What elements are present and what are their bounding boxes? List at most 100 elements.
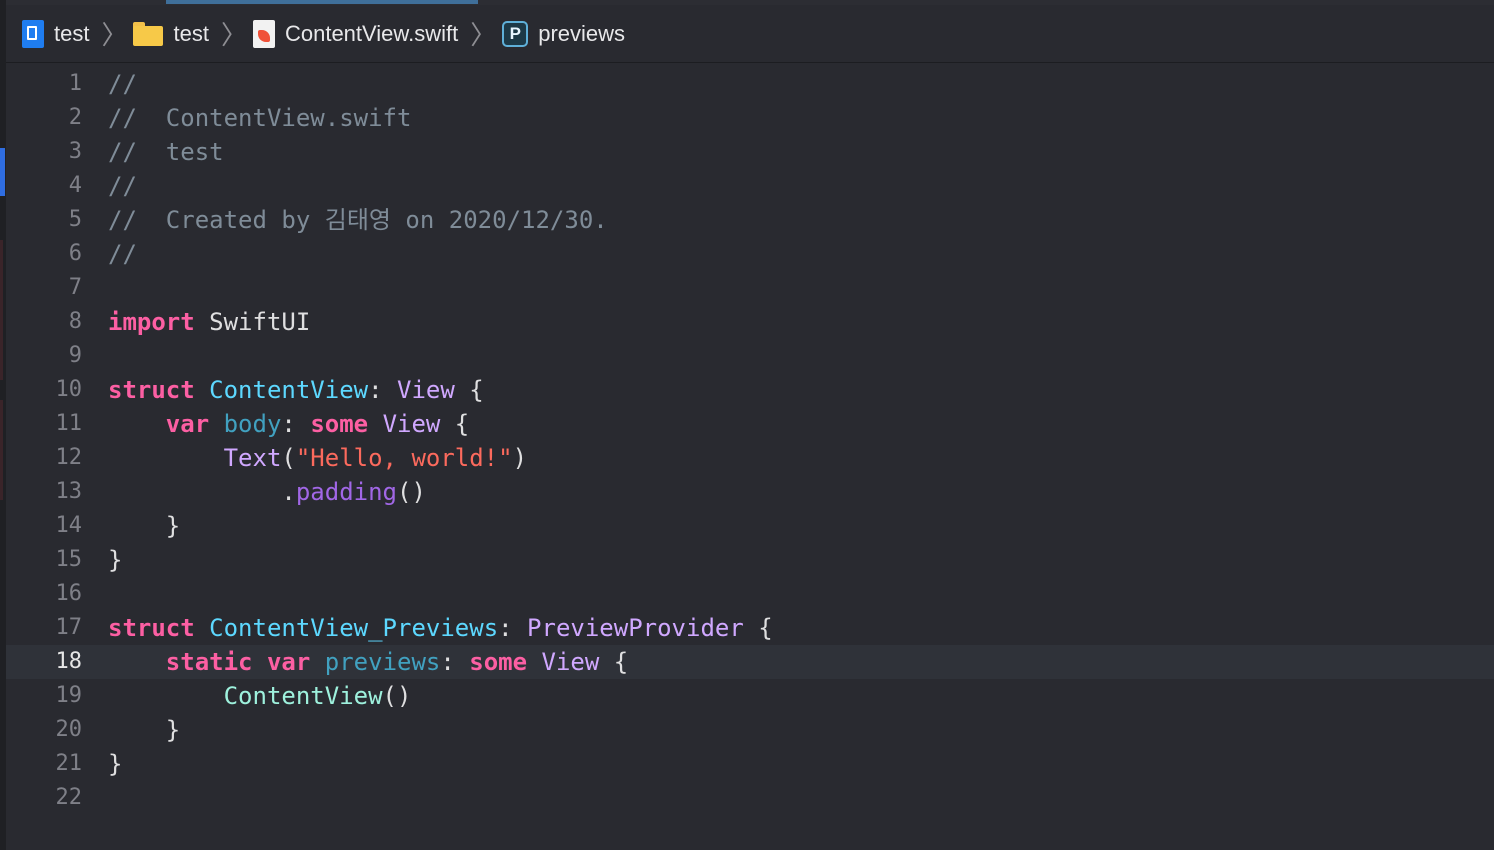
- line-number: 5: [68, 207, 82, 232]
- breadcrumb-symbol[interactable]: P previews: [502, 20, 626, 47]
- code-text: Text("Hello, world!"): [108, 441, 527, 475]
- code-token: :: [368, 376, 398, 404]
- code-line[interactable]: 20 }: [6, 713, 1494, 747]
- breadcrumb-folder[interactable]: test: [133, 21, 209, 47]
- code-token: struct: [108, 614, 195, 642]
- property-icon: P: [502, 20, 529, 47]
- code-token: some: [469, 648, 528, 676]
- code-text: import SwiftUI: [108, 305, 310, 339]
- code-line[interactable]: 21}: [6, 747, 1494, 781]
- left-edge-marker: [0, 148, 5, 196]
- code-token: View: [397, 376, 455, 404]
- code-token: //: [108, 172, 137, 200]
- code-text: }: [108, 543, 122, 577]
- code-token: import: [108, 308, 195, 336]
- code-text: struct ContentView: View {: [108, 373, 484, 407]
- code-token: PreviewProvider: [527, 614, 744, 642]
- code-token: View: [382, 410, 441, 438]
- code-line[interactable]: 3 // test: [6, 135, 1494, 169]
- code-token: }: [108, 716, 181, 744]
- code-text: .padding(): [108, 475, 426, 509]
- code-line[interactable]: 10 struct ContentView: View {: [6, 373, 1494, 407]
- breadcrumb-project[interactable]: test: [22, 19, 89, 48]
- code-token: var: [266, 648, 311, 676]
- code-token: "Hello, world!": [295, 444, 513, 472]
- code-line[interactable]: 6 //: [6, 237, 1494, 271]
- code-line[interactable]: 8 import SwiftUI: [6, 305, 1494, 339]
- code-token: :: [498, 614, 528, 642]
- code-token: ContentView: [209, 376, 369, 404]
- code-line[interactable]: 11 var body: some View {: [6, 407, 1494, 441]
- line-number: 15: [55, 547, 83, 572]
- code-line[interactable]: 9: [6, 339, 1494, 373]
- breadcrumb-label: previews: [538, 20, 626, 46]
- code-line[interactable]: 5 // Created by 김태영 on 2020/12/30.: [6, 203, 1494, 237]
- code-token: var: [165, 410, 210, 438]
- code-editor[interactable]: 1 // 2 // ContentView.swift 3 // test 4 // 5 // C…: [6, 64, 1494, 850]
- code-text: // test: [108, 135, 224, 169]
- line-number: 17: [55, 615, 83, 640]
- line-number: 12: [55, 445, 83, 470]
- code-line[interactable]: 7: [6, 271, 1494, 305]
- line-number: 10: [55, 377, 83, 402]
- code-line[interactable]: 17 struct ContentView_Previews: PreviewPr…: [6, 611, 1494, 645]
- line-number: 14: [55, 513, 83, 538]
- code-token: View: [541, 648, 600, 676]
- code-token: (: [281, 444, 296, 472]
- code-line[interactable]: 13 .padding(): [6, 475, 1494, 509]
- code-token: static: [165, 648, 253, 676]
- breadcrumb-file[interactable]: ContentView.swift: [252, 19, 458, 48]
- code-token: (): [382, 682, 412, 710]
- code-token: //: [108, 240, 137, 268]
- code-token: :: [281, 410, 311, 438]
- line-number: 21: [55, 751, 83, 776]
- code-token: :: [440, 648, 470, 676]
- line-number: 16: [55, 581, 83, 606]
- line-number: 19: [55, 683, 83, 708]
- code-line[interactable]: 14 }: [6, 509, 1494, 543]
- code-token: {: [743, 614, 773, 642]
- code-text: }: [108, 509, 180, 543]
- code-line[interactable]: 19 ContentView(): [6, 679, 1494, 713]
- chevron-right-icon: 〉: [470, 21, 497, 51]
- left-edge-marker: [0, 240, 3, 380]
- code-token: }: [108, 512, 181, 540]
- code-text: static var previews: some View {: [108, 645, 628, 679]
- code-text: }: [108, 747, 122, 781]
- line-number: 9: [68, 343, 82, 368]
- line-number: 7: [68, 275, 82, 300]
- code-text: }: [108, 713, 180, 747]
- code-line[interactable]: 15}: [6, 543, 1494, 577]
- code-line[interactable]: 22: [6, 781, 1494, 815]
- code-token: Text: [223, 444, 282, 472]
- code-token: body: [223, 410, 282, 438]
- code-token: .: [108, 478, 296, 506]
- code-token: ): [512, 444, 528, 472]
- line-number: 13: [55, 479, 83, 504]
- jump-bar: test 〉 test 〉 ContentView.swift 〉 P prev…: [6, 5, 1494, 63]
- folder-icon: [133, 21, 164, 46]
- code-line[interactable]: 16: [6, 577, 1494, 611]
- line-number: 3: [68, 139, 82, 164]
- xcode-project-icon: [22, 19, 44, 48]
- code-line[interactable]: 4 //: [6, 169, 1494, 203]
- chevron-right-icon: 〉: [220, 21, 247, 51]
- code-text: // Created by 김태영 on 2020/12/30.: [108, 203, 608, 237]
- line-number: 4: [68, 173, 82, 198]
- code-line[interactable]: 2 // ContentView.swift: [6, 101, 1494, 135]
- code-line[interactable]: 18 static var previews: some View {: [6, 645, 1494, 679]
- code-token: // test: [108, 138, 224, 166]
- line-number: 2: [68, 105, 82, 130]
- code-line[interactable]: 1 //: [6, 67, 1494, 101]
- left-edge-marker: [0, 400, 3, 500]
- code-token: // Created by 김태영 on 2020/12/30.: [108, 206, 608, 234]
- code-line[interactable]: 12 Text("Hello, world!"): [6, 441, 1494, 475]
- line-number: 18: [55, 649, 83, 674]
